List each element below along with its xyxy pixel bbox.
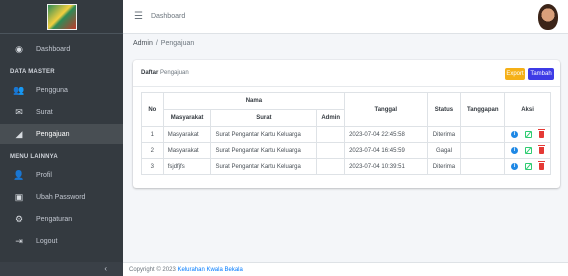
cell-status: Diterima: [426, 158, 462, 175]
user-avatar[interactable]: [538, 4, 558, 30]
sign-out-icon: ⇥: [15, 235, 23, 246]
cell-tanggapan: [460, 158, 506, 175]
cell-status: Gagal: [426, 142, 462, 159]
users-icon: 👥: [13, 84, 25, 95]
trash-icon[interactable]: [538, 161, 546, 170]
sidebar-item-dashboard[interactable]: ◉ Dashboard: [0, 39, 123, 59]
cell-tanggal: 2023-07-04 22:45:58: [344, 126, 428, 143]
th-status: Status: [426, 92, 462, 127]
brand[interactable]: [0, 0, 123, 34]
sidebar-item-pengguna[interactable]: 👥 Pengguna: [0, 80, 123, 100]
card-title-bold: Daftar: [141, 70, 159, 76]
cell-status: Diterima: [426, 126, 462, 143]
cell-surat: Surat Pengantar Kartu Keluarga: [210, 158, 318, 175]
sidebar-item-label: Pengajuan: [36, 130, 70, 138]
breadcrumb-current: Pengajuan: [160, 40, 195, 47]
footer: Copyright © 2023 Kelurahan Kwala Bekala: [123, 262, 568, 276]
cell-admin: [316, 158, 346, 175]
export-button[interactable]: Export: [505, 68, 525, 80]
kelurahan-logo: [46, 3, 77, 30]
edit-icon[interactable]: [525, 131, 533, 138]
hamburger-menu-icon[interactable]: ☰: [134, 11, 143, 22]
table-row: 3 fsjdfjfs Surat Pengantar Kartu Keluarg…: [141, 158, 551, 175]
cell-no: 2: [141, 142, 164, 159]
sidebar-item-label: Ubah Password: [36, 193, 86, 201]
sidebar: ◉ Dashboard DATA MASTER 👥 Pengguna ✉ Sur…: [0, 0, 123, 276]
cell-no: 3: [141, 158, 164, 175]
th-surat: Surat: [210, 109, 318, 127]
sidebar-item-label: Surat: [36, 108, 53, 116]
cell-surat: Surat Pengantar Kartu Keluarga: [210, 126, 318, 143]
cell-no: 1: [141, 126, 164, 143]
th-masyarakat: Masyarakat: [162, 109, 212, 127]
card-title: Daftar Pengajuan: [141, 70, 189, 76]
sidebar-header-data-master: DATA MASTER: [10, 69, 55, 75]
cell-tanggapan: [460, 126, 506, 143]
sidebar-collapse-button[interactable]: ‹: [0, 262, 123, 276]
sidebar-item-label: Pengaturan: [36, 215, 73, 223]
cogs-icon: ⚙: [14, 213, 24, 224]
sidebar-item-label: Logout: [36, 237, 58, 245]
th-nama: Nama: [162, 92, 346, 110]
user-cog-icon: 👤: [13, 169, 25, 180]
trash-icon[interactable]: [538, 129, 546, 138]
sidebar-header-menu-lainnya: MENU LAINNYA: [10, 154, 58, 160]
breadcrumb-root[interactable]: Admin: [133, 40, 153, 47]
edit-icon[interactable]: [525, 163, 533, 170]
sidebar-item-pengajuan[interactable]: ◢ Pengajuan: [0, 124, 123, 144]
cell-tanggal: 2023-07-04 16:45:59: [344, 142, 428, 159]
tachometer-icon: ◉: [15, 43, 23, 54]
cell-tanggapan: [460, 142, 506, 159]
th-tanggapan: Tanggapan: [460, 92, 506, 127]
trash-icon[interactable]: [538, 145, 546, 154]
cell-admin: [316, 142, 346, 159]
pengajuan-table: No Nama Tanggal Status Tanggapan Aksi Ma…: [141, 92, 551, 175]
sidebar-item-ubah-password[interactable]: ▣ Ubah Password: [0, 187, 123, 207]
cell-aksi: i: [504, 126, 551, 143]
th-aksi: Aksi: [504, 92, 551, 127]
th-no: No: [141, 92, 164, 127]
cell-masyarakat: Masyarakat: [162, 142, 212, 159]
cell-masyarakat: Masyarakat: [162, 126, 212, 143]
lock-icon: ▣: [14, 191, 24, 202]
envelope-icon: ✉: [15, 106, 23, 117]
footer-link[interactable]: Kelurahan Kwala Bekala: [177, 267, 242, 273]
footer-copyright: Copyright © 2023: [129, 267, 176, 273]
info-icon[interactable]: i: [511, 131, 519, 138]
sidebar-item-surat[interactable]: ✉ Surat: [0, 102, 123, 122]
sidebar-item-profil[interactable]: 👤 Profil: [0, 165, 123, 185]
card-header: Daftar Pengajuan Export Tambah: [133, 60, 560, 87]
info-icon[interactable]: i: [511, 147, 519, 154]
info-icon[interactable]: i: [511, 163, 519, 170]
table-row: 2 Masyarakat Surat Pengantar Kartu Kelua…: [141, 142, 551, 159]
cell-aksi: i: [504, 142, 551, 159]
topbar: ☰ Dashboard: [123, 0, 568, 34]
add-button[interactable]: Tambah: [528, 68, 554, 80]
sidebar-item-label: Dashboard: [36, 45, 71, 53]
cell-aksi: i: [504, 158, 551, 175]
cell-surat: Surat Pengantar Kartu Keluarga: [210, 142, 318, 159]
sidebar-item-pengaturan[interactable]: ⚙ Pengaturan: [0, 209, 123, 229]
topbar-title: Dashboard: [150, 13, 186, 20]
paper-plane-icon: ◢: [15, 128, 23, 139]
sidebar-item-logout[interactable]: ⇥ Logout: [0, 231, 123, 251]
card-title-rest: Pengajuan: [160, 70, 189, 76]
cell-masyarakat: fsjdfjfs: [162, 158, 212, 175]
th-admin: Admin: [316, 109, 346, 127]
breadcrumb-separator: /: [155, 40, 158, 47]
cell-tanggal: 2023-07-04 10:39:51: [344, 158, 428, 175]
cell-admin: [316, 126, 346, 143]
table-row: 1 Masyarakat Surat Pengantar Kartu Kelua…: [141, 126, 551, 143]
sidebar-item-label: Profil: [36, 171, 52, 179]
edit-icon[interactable]: [525, 147, 533, 154]
th-tanggal: Tanggal: [344, 92, 428, 127]
breadcrumb: Admin / Pengajuan: [133, 40, 194, 47]
sidebar-item-label: Pengguna: [36, 86, 68, 94]
pengajuan-card: Daftar Pengajuan Export Tambah No Nama T…: [133, 60, 560, 188]
